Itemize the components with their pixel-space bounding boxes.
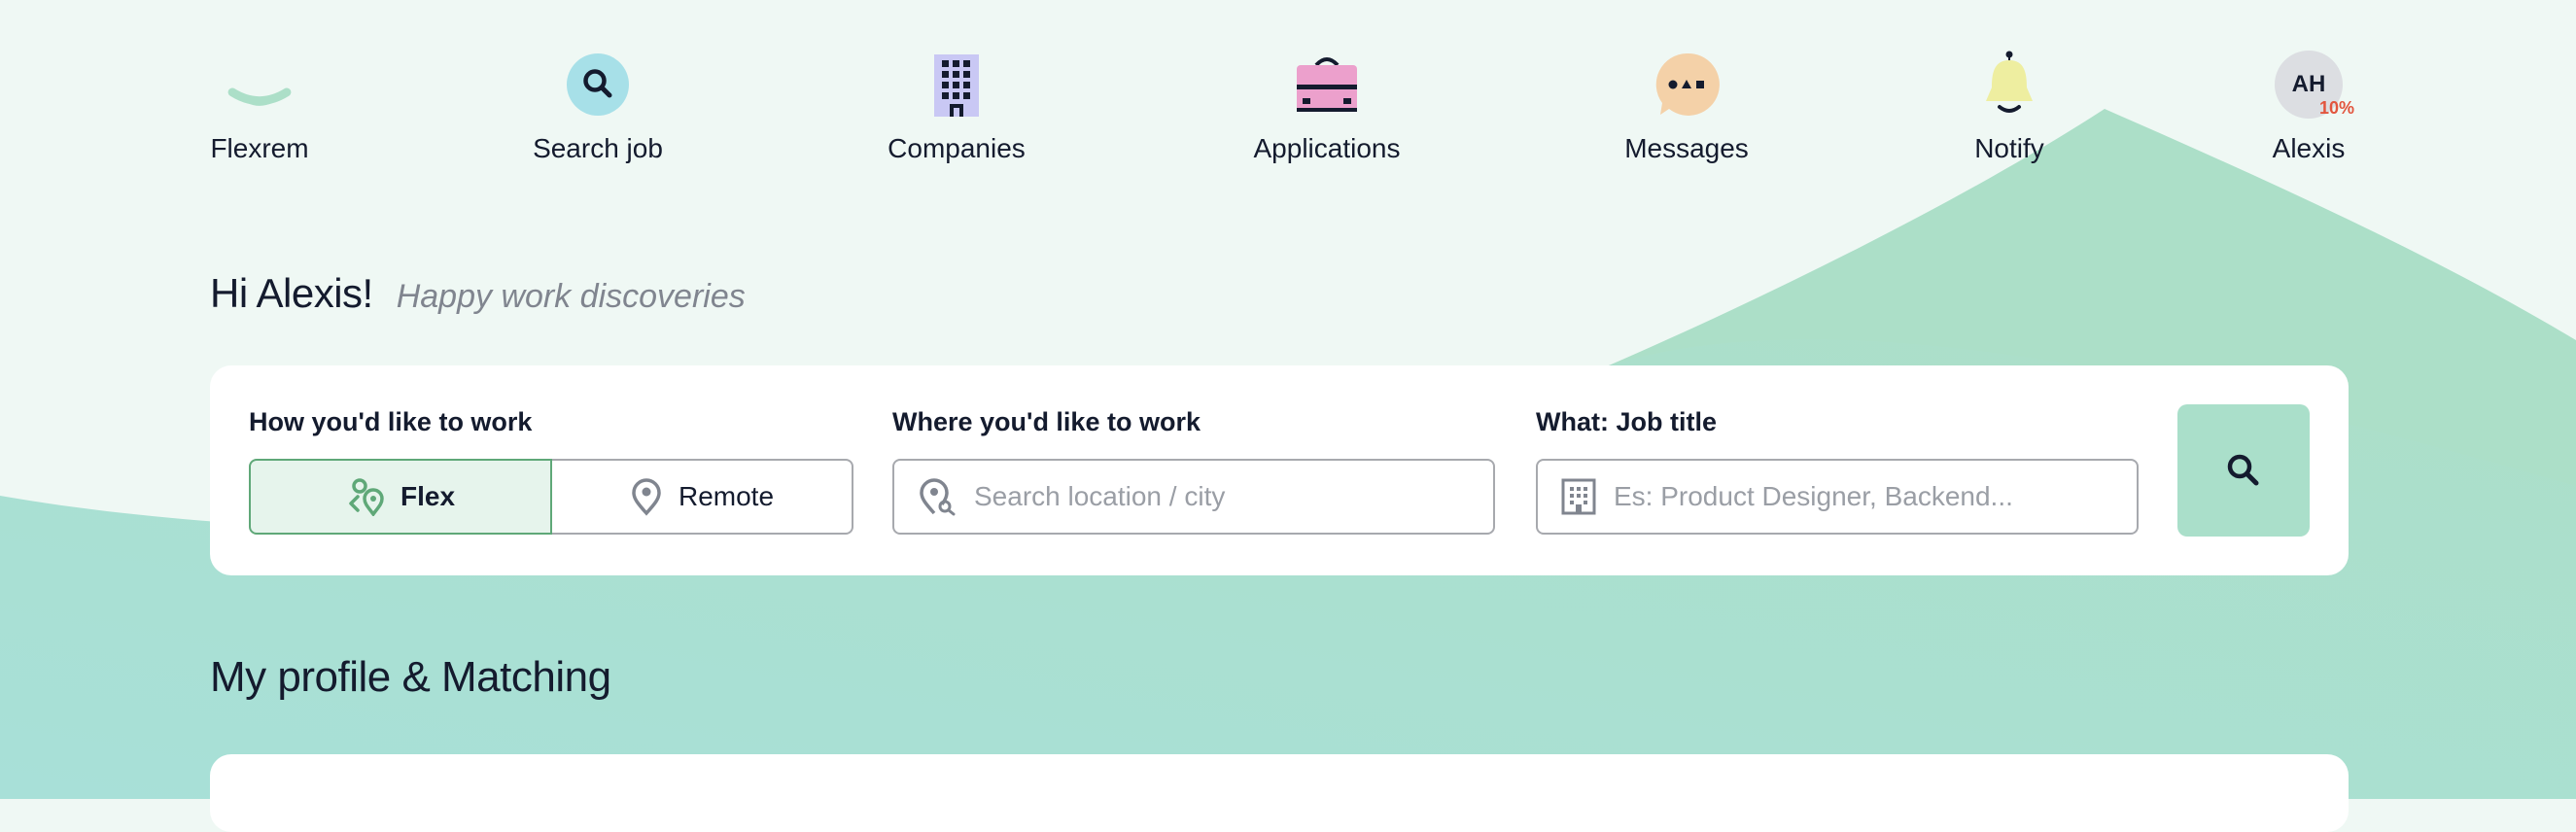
nav-item-flexrem[interactable]: Flexrem [153,51,366,165]
flex-option-button[interactable]: Flex [249,459,552,535]
nav-item-notify[interactable]: Notify [1902,51,2116,165]
greeting-title: Hi Alexis! [210,270,373,316]
bell-icon [1975,51,2043,119]
remote-option-button[interactable]: Remote [552,459,853,535]
location-label: Where you'd like to work [892,407,1201,436]
avatar[interactable]: AH 10% [2275,51,2354,119]
chat-bubble-icon [1653,51,1721,119]
nav-item-companies[interactable]: Companies [850,51,1063,165]
location-input[interactable] [972,480,1481,513]
profile-completion-badge: 10% [2318,98,2354,118]
nav-label: Search job [533,133,663,163]
nav-label: Messages [1624,133,1749,163]
job-search-card: How you'd like to work Flex Remote Where… [210,365,2349,575]
work-mode-label: How you'd like to work [249,407,533,436]
work-mode-toggle: Flex Remote [249,459,853,535]
search-icon [2227,454,2259,486]
flex-location-icon [349,478,384,516]
avatar-initials: AH [2291,71,2326,97]
nav-item-search-job[interactable]: Search job [491,51,705,165]
profile-section-title: My profile & Matching [210,653,611,701]
nav-label: Flexrem [210,133,309,163]
greeting: Hi Alexis! Happy work discoveries [210,270,746,317]
nav-label: Companies [888,133,1026,163]
search-icon [564,51,632,119]
profile-matching-card [210,754,2349,832]
nav-item-messages[interactable]: Messages [1580,51,1793,165]
briefcase-icon [1293,51,1361,119]
flex-option-label: Flex [400,481,456,511]
nav-label: Notify [1974,133,2044,163]
job-title-field[interactable] [1536,459,2139,535]
location-search-icon [920,478,956,516]
search-submit-button[interactable] [2177,404,2310,537]
nav-label: Alexis [2272,133,2346,163]
location-field[interactable] [892,459,1495,535]
building-icon [922,51,991,119]
job-title-input[interactable] [1612,480,2121,513]
nav-item-profile[interactable]: AH 10% Alexis [2202,51,2416,165]
greeting-subtitle: Happy work discoveries [396,278,746,315]
nav-item-applications[interactable]: Applications [1220,51,1434,165]
remote-location-icon [632,478,661,516]
nav-label: Applications [1253,133,1401,163]
company-building-icon [1561,478,1596,515]
job-title-label: What: Job title [1536,407,1717,436]
flexrem-logo-icon [226,51,294,119]
remote-option-label: Remote [678,481,775,511]
